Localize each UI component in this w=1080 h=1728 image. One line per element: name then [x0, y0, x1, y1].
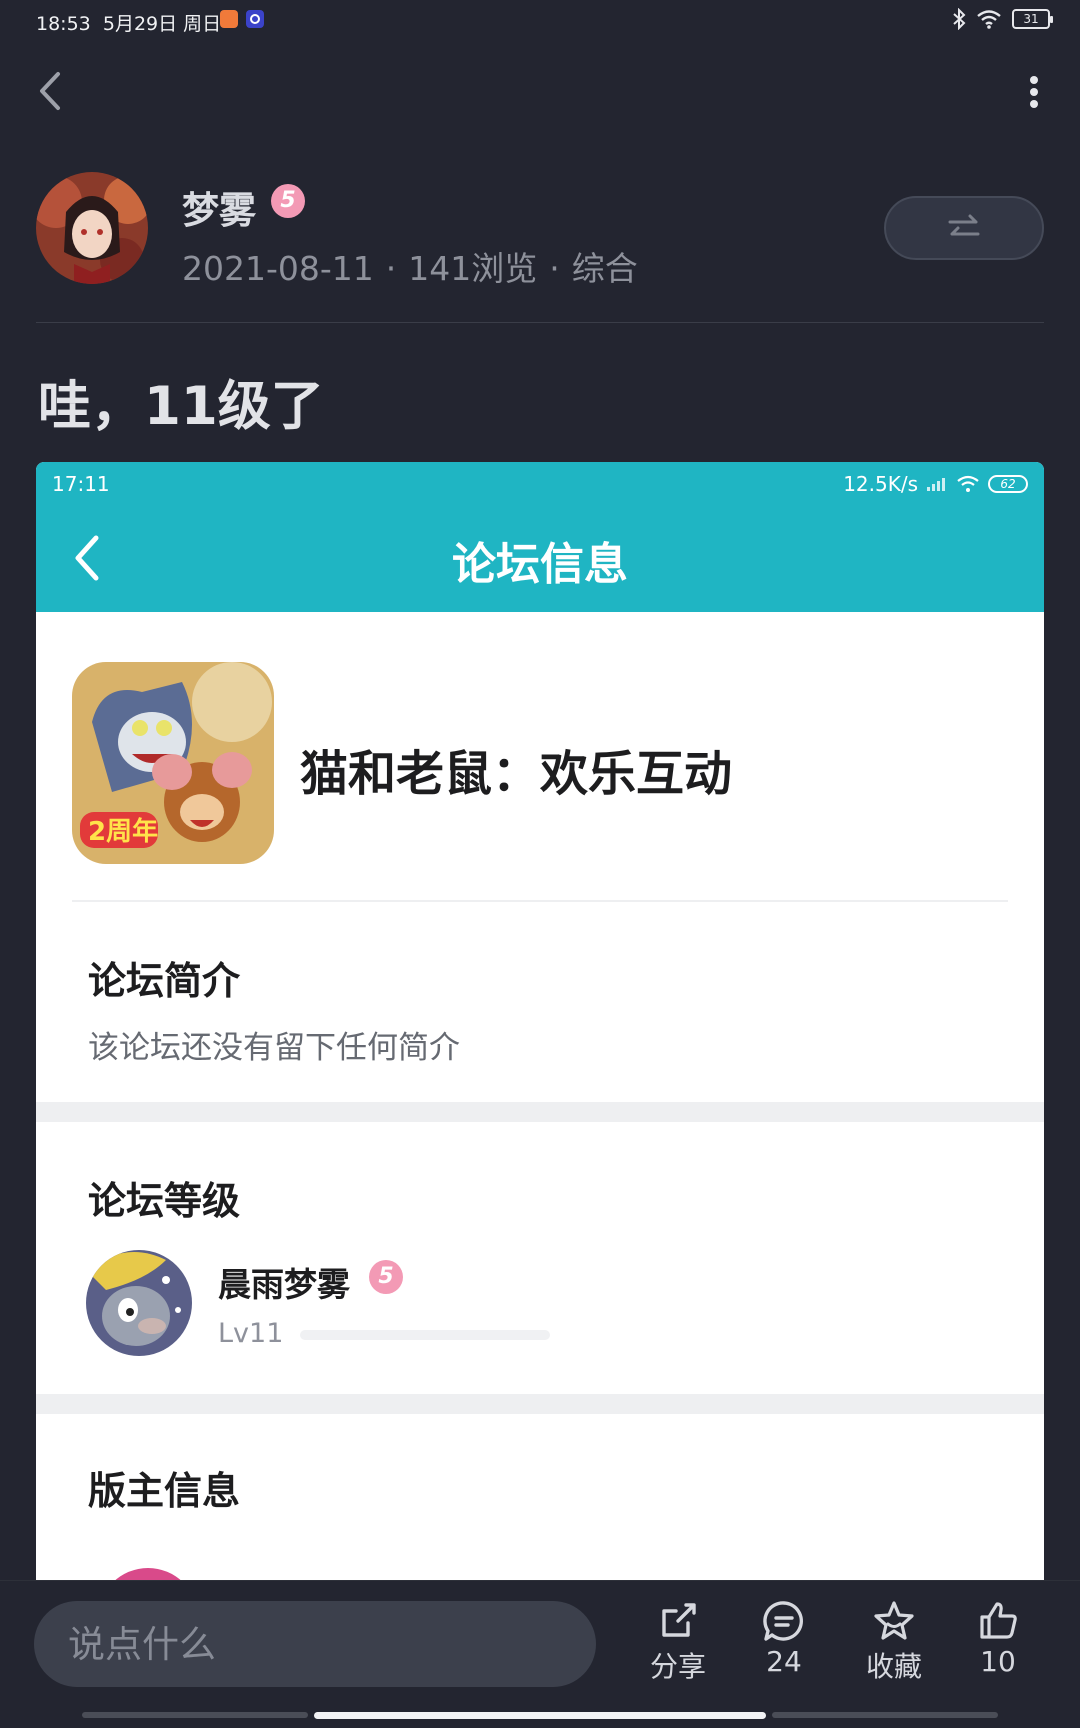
forum-intro-text: 该论坛还没有留下任何简介 [88, 1030, 460, 1066]
status-date: 5月29日 周日 [102, 13, 222, 35]
battery-icon: 62 [988, 475, 1028, 493]
share-label: 分享 [649, 1650, 706, 1683]
author-header: 梦雾 5 2021-08-11 · 141浏览 · 综合 [36, 172, 1044, 292]
gesture-bar-right [772, 1712, 998, 1718]
moderator-info-title: 版主信息 [88, 1469, 241, 1513]
post-title: 哇，11级了 [38, 376, 324, 437]
author-name[interactable]: 梦雾 [182, 180, 256, 234]
user-name: 晨雨梦雾 [218, 1265, 350, 1304]
forum-level-title: 论坛等级 [88, 1179, 241, 1223]
forum-intro-title: 论坛简介 [88, 959, 241, 1003]
wifi-icon [977, 10, 1001, 29]
comment-count: 24 [766, 1645, 802, 1678]
post-meta: 2021-08-11 · 141浏览 · 综合 [182, 249, 638, 288]
user-level-badge: 5 [369, 1260, 403, 1294]
bluetooth-icon [953, 8, 966, 30]
post-category[interactable]: 综合 [572, 249, 638, 288]
post-image[interactable]: 17:11 12.5K/s 62 论坛信息 2周年 猫和老鼠：欢乐互动 论坛简介… [36, 462, 1044, 1582]
screenshot-header: 17:11 12.5K/s 62 论坛信息 [36, 462, 1044, 612]
notification-app-icon [246, 10, 264, 28]
section-separator [36, 1394, 1044, 1414]
wifi-icon [957, 475, 979, 492]
top-bar [0, 52, 1080, 132]
status-bar: 18:53 5月29日 周日 31 [0, 0, 1080, 42]
follow-button[interactable] [884, 196, 1044, 260]
divider [72, 900, 1008, 902]
header-divider [36, 322, 1044, 323]
svg-text:2周年: 2周年 [88, 816, 158, 847]
user-avatar [86, 1250, 192, 1356]
level-progress-bar [300, 1330, 550, 1340]
screenshot-status-time: 17:11 [52, 472, 110, 496]
gesture-bar-left [82, 1712, 308, 1718]
post-date: 2021-08-11 [182, 249, 374, 288]
more-icon[interactable] [1026, 72, 1042, 112]
notification-app-icon [220, 10, 238, 28]
favorite-label: 收藏 [865, 1650, 922, 1683]
author-level-badge: 5 [271, 184, 305, 218]
share-button[interactable]: 分享 [628, 1599, 728, 1685]
like-count: 10 [980, 1645, 1016, 1678]
author-avatar[interactable] [36, 172, 148, 284]
game-name: 猫和老鼠：欢乐互动 [300, 746, 733, 802]
comment-button[interactable]: 24 [734, 1599, 834, 1678]
favorite-button[interactable]: 收藏 [844, 1599, 944, 1685]
comment-input[interactable] [34, 1601, 596, 1687]
home-indicator[interactable] [314, 1712, 766, 1719]
battery-icon: 31 [1012, 9, 1053, 29]
bottom-bar: 分享 24 收藏 10 [0, 1580, 1080, 1728]
game-icon: 2周年 [72, 662, 274, 864]
screenshot-title: 论坛信息 [452, 539, 628, 590]
star-icon [874, 1601, 914, 1640]
signal-icon [927, 478, 945, 491]
post-views: 141浏览 [408, 249, 538, 288]
like-button[interactable]: 10 [948, 1599, 1048, 1678]
share-icon [662, 1603, 696, 1637]
swap-arrows-icon [948, 214, 980, 236]
thumbs-up-icon [980, 1602, 1017, 1639]
back-icon[interactable] [34, 66, 74, 116]
comment-icon [763, 1601, 803, 1641]
screenshot-network-speed: 12.5K/s [843, 472, 918, 496]
section-separator [36, 1102, 1044, 1122]
status-time: 18:53 5月29日 周日 [36, 13, 222, 35]
user-level: Lv11 [218, 1318, 284, 1349]
